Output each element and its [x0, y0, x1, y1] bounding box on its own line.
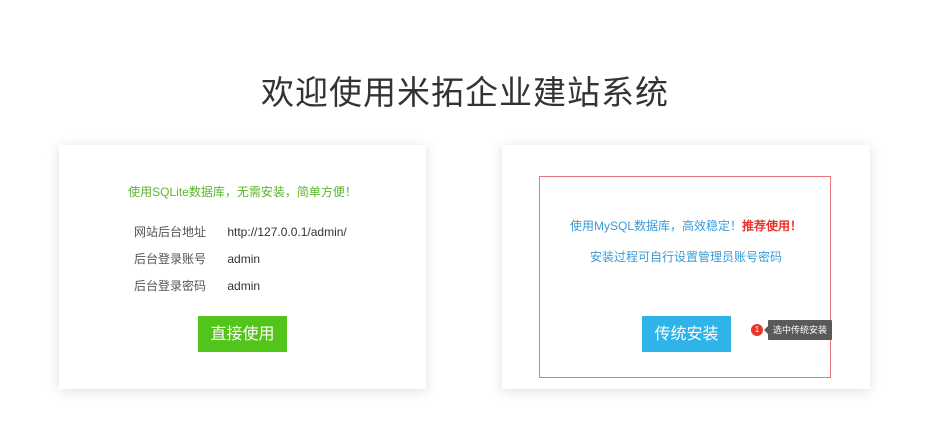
sqlite-tagline: 使用SQLite数据库，无需安装，简单方便！	[128, 185, 357, 199]
admin-password-label: 后台登录密码	[134, 279, 207, 293]
mysql-tagline-text: 使用MySQL数据库，高效稳定！	[569, 219, 742, 233]
sqlite-install-card: 使用SQLite数据库，无需安装，简单方便！ 网站后台地址 http://127…	[59, 145, 426, 389]
admin-url-value: http://127.0.0.1/admin/	[227, 225, 347, 239]
recommend-label: 推荐使用！	[742, 219, 803, 233]
step-badge: 1	[751, 324, 763, 336]
traditional-install-button[interactable]: 传统安装	[642, 316, 731, 352]
mysql-install-card[interactable]: 使用MySQL数据库，高效稳定！推荐使用！ 安装过程可自行设置管理员账号密码 传…	[502, 145, 870, 389]
admin-account-value: admin	[227, 252, 261, 266]
admin-account-row: 后台登录账号 admin	[134, 250, 260, 267]
admin-url-label: 网站后台地址	[134, 225, 207, 239]
admin-account-label: 后台登录账号	[134, 252, 207, 266]
page-title: 欢迎使用米拓企业建站系统	[261, 73, 669, 112]
direct-use-button[interactable]: 直接使用	[198, 316, 287, 352]
admin-password-row: 后台登录密码 admin	[134, 277, 260, 294]
mysql-tagline: 使用MySQL数据库，高效稳定！推荐使用！	[502, 217, 870, 234]
admin-password-value: admin	[227, 279, 261, 293]
mysql-description: 安装过程可自行设置管理员账号密码	[589, 250, 782, 264]
admin-url-row: 网站后台地址 http://127.0.0.1/admin/	[134, 223, 347, 240]
action-tooltip: 选中传统安装	[763, 320, 833, 340]
